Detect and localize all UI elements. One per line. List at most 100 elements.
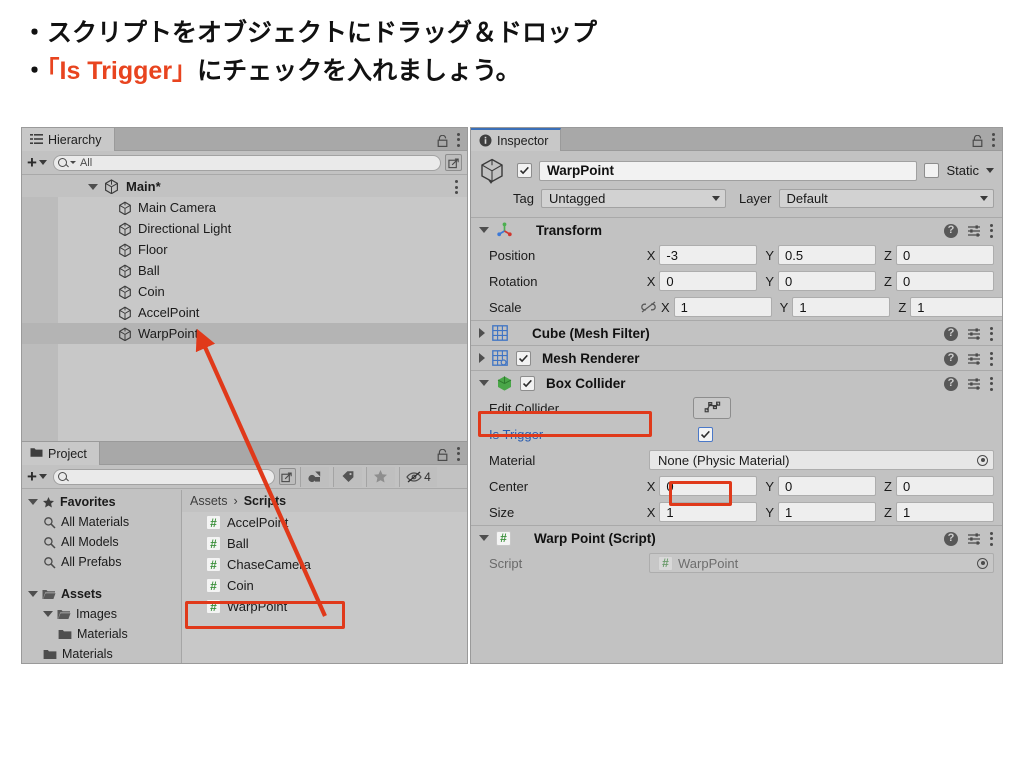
type-filter-icon[interactable] bbox=[299, 466, 329, 487]
help-icon[interactable]: ? bbox=[944, 351, 958, 366]
chevron-right-icon[interactable] bbox=[479, 328, 485, 338]
component-header-warp-point-script[interactable]: # Warp Point (Script)? bbox=[471, 525, 1002, 550]
component-header-cube-mesh-filter[interactable]: Cube (Mesh Filter)? bbox=[471, 320, 1002, 345]
object-picker-icon[interactable] bbox=[977, 454, 988, 466]
breadcrumb-current[interactable]: Scripts bbox=[244, 494, 286, 508]
hierarchy-more-icon[interactable] bbox=[457, 132, 461, 147]
project-tree-item-materials[interactable]: Materials bbox=[22, 624, 181, 644]
field-z[interactable]: 0 bbox=[896, 245, 994, 265]
help-icon[interactable]: ? bbox=[944, 223, 958, 238]
component-enabled-checkbox[interactable] bbox=[516, 350, 531, 366]
preset-icon[interactable] bbox=[967, 352, 981, 365]
field-y[interactable]: 0 bbox=[778, 476, 877, 496]
project-add-button[interactable]: + bbox=[27, 468, 49, 485]
chevron-down-icon[interactable] bbox=[479, 227, 489, 233]
chevron-down-icon[interactable] bbox=[28, 591, 38, 597]
object-field-material[interactable]: None (Physic Material) bbox=[649, 450, 994, 470]
tag-dropdown[interactable]: Untagged bbox=[540, 188, 726, 208]
component-more-icon[interactable] bbox=[990, 223, 994, 238]
field-y[interactable]: 1 bbox=[792, 297, 891, 317]
hidden-packages-icon[interactable]: 4 bbox=[398, 466, 437, 487]
project-more-icon[interactable] bbox=[457, 446, 461, 461]
project-file-list[interactable]: Assets › Scripts # AccelPoint # Ball # ChaseC… bbox=[182, 490, 467, 663]
preset-icon[interactable] bbox=[967, 327, 981, 340]
preset-icon[interactable] bbox=[967, 377, 981, 390]
component-header-box-collider[interactable]: Box Collider? bbox=[471, 370, 1002, 395]
project-tree-item-favorites[interactable]: Favorites bbox=[22, 492, 181, 512]
layer-dropdown[interactable]: Default bbox=[778, 188, 994, 208]
component-header-mesh-renderer[interactable]: Mesh Renderer? bbox=[471, 345, 1002, 370]
static-checkbox[interactable] bbox=[924, 163, 940, 178]
lock-icon[interactable] bbox=[437, 134, 448, 147]
project-tree-item-all-materials[interactable]: All Materials bbox=[22, 512, 181, 532]
project-file-chasecamera[interactable]: # ChaseCamera bbox=[182, 554, 467, 575]
chevron-down-icon[interactable] bbox=[43, 611, 53, 617]
tab-hierarchy[interactable]: Hierarchy bbox=[22, 128, 115, 151]
hierarchy-item-floor[interactable]: Floor bbox=[22, 239, 467, 260]
lock-icon[interactable] bbox=[437, 448, 448, 461]
tab-project[interactable]: Project bbox=[22, 442, 100, 465]
field-x[interactable]: -3 bbox=[659, 245, 758, 265]
hierarchy-item-warppoint[interactable]: WarpPoint bbox=[22, 323, 467, 344]
component-more-icon[interactable] bbox=[990, 531, 994, 546]
project-file-ball[interactable]: # Ball bbox=[182, 533, 467, 554]
hierarchy-item-main-camera[interactable]: Main Camera bbox=[22, 197, 467, 218]
field-z[interactable]: 1 bbox=[910, 297, 1002, 317]
help-icon[interactable]: ? bbox=[944, 376, 958, 391]
field-z[interactable]: 0 bbox=[896, 476, 994, 496]
label-filter-icon[interactable] bbox=[332, 466, 362, 487]
project-tree-item-all-models[interactable]: All Models bbox=[22, 532, 181, 552]
constrain-proportions-off-icon[interactable] bbox=[641, 301, 656, 313]
help-icon[interactable]: ? bbox=[944, 531, 958, 546]
component-more-icon[interactable] bbox=[990, 326, 994, 341]
hierarchy-item-coin[interactable]: Coin bbox=[22, 281, 467, 302]
hierarchy-search-input[interactable]: All bbox=[52, 154, 441, 171]
preset-icon[interactable] bbox=[967, 532, 981, 545]
project-tree-item-all-prefabs[interactable]: All Prefabs bbox=[22, 552, 181, 572]
project-file-accelpoint[interactable]: # AccelPoint bbox=[182, 512, 467, 533]
field-y[interactable]: 0.5 bbox=[778, 245, 877, 265]
project-search-input[interactable] bbox=[52, 468, 275, 485]
help-icon[interactable]: ? bbox=[944, 326, 958, 341]
chevron-down-icon[interactable] bbox=[479, 535, 489, 541]
hierarchy-add-button[interactable]: + bbox=[27, 154, 49, 171]
component-more-icon[interactable] bbox=[990, 376, 994, 391]
lock-icon[interactable] bbox=[972, 134, 983, 147]
component-enabled-checkbox[interactable] bbox=[520, 375, 535, 391]
inspector-more-icon[interactable] bbox=[992, 132, 996, 147]
hierarchy-root-row[interactable]: Main* bbox=[22, 176, 467, 197]
project-file-warppoint[interactable]: # WarpPoint bbox=[182, 596, 467, 617]
breadcrumb-root[interactable]: Assets bbox=[190, 494, 228, 508]
project-expand-icon[interactable] bbox=[278, 468, 296, 485]
gameobject-enabled-checkbox[interactable] bbox=[517, 163, 532, 178]
is-trigger-checkbox[interactable] bbox=[698, 426, 713, 442]
edit-collider-button[interactable] bbox=[693, 397, 731, 419]
hierarchy-root-more-icon[interactable] bbox=[455, 180, 459, 194]
favorite-star-icon[interactable] bbox=[365, 466, 395, 487]
hierarchy-expand-icon[interactable] bbox=[445, 154, 462, 171]
project-tree-item-materials[interactable]: Materials bbox=[22, 644, 181, 663]
tab-inspector[interactable]: Inspector bbox=[471, 128, 562, 151]
field-z[interactable]: 1 bbox=[896, 502, 994, 522]
chevron-down-icon[interactable] bbox=[88, 183, 98, 190]
field-x[interactable]: 1 bbox=[673, 297, 772, 317]
static-dropdown-chevron-icon[interactable] bbox=[986, 168, 994, 173]
field-y[interactable]: 0 bbox=[778, 271, 877, 291]
hierarchy-item-ball[interactable]: Ball bbox=[22, 260, 467, 281]
preset-icon[interactable] bbox=[967, 224, 981, 237]
gameobject-name-field[interactable]: WarpPoint bbox=[539, 160, 918, 181]
project-tree-item-images[interactable]: Images bbox=[22, 604, 181, 624]
chevron-down-icon[interactable] bbox=[28, 499, 38, 505]
chevron-right-icon[interactable] bbox=[479, 353, 485, 363]
field-x[interactable]: 0 bbox=[659, 271, 758, 291]
project-folder-tree[interactable]: Favorites All Materials All Models All Pref… bbox=[22, 490, 182, 663]
object-picker-icon[interactable] bbox=[977, 557, 988, 569]
field-y[interactable]: 1 bbox=[778, 502, 877, 522]
chevron-down-icon[interactable] bbox=[479, 380, 489, 386]
field-x[interactable]: 1 bbox=[659, 502, 758, 522]
hierarchy-item-directional-light[interactable]: Directional Light bbox=[22, 218, 467, 239]
component-more-icon[interactable] bbox=[990, 351, 994, 366]
field-x[interactable]: 0 bbox=[659, 476, 758, 496]
project-tree-item-assets[interactable]: Assets bbox=[22, 584, 181, 604]
hierarchy-list[interactable]: Main* Main Camera Directional Light Floor B… bbox=[22, 176, 467, 441]
